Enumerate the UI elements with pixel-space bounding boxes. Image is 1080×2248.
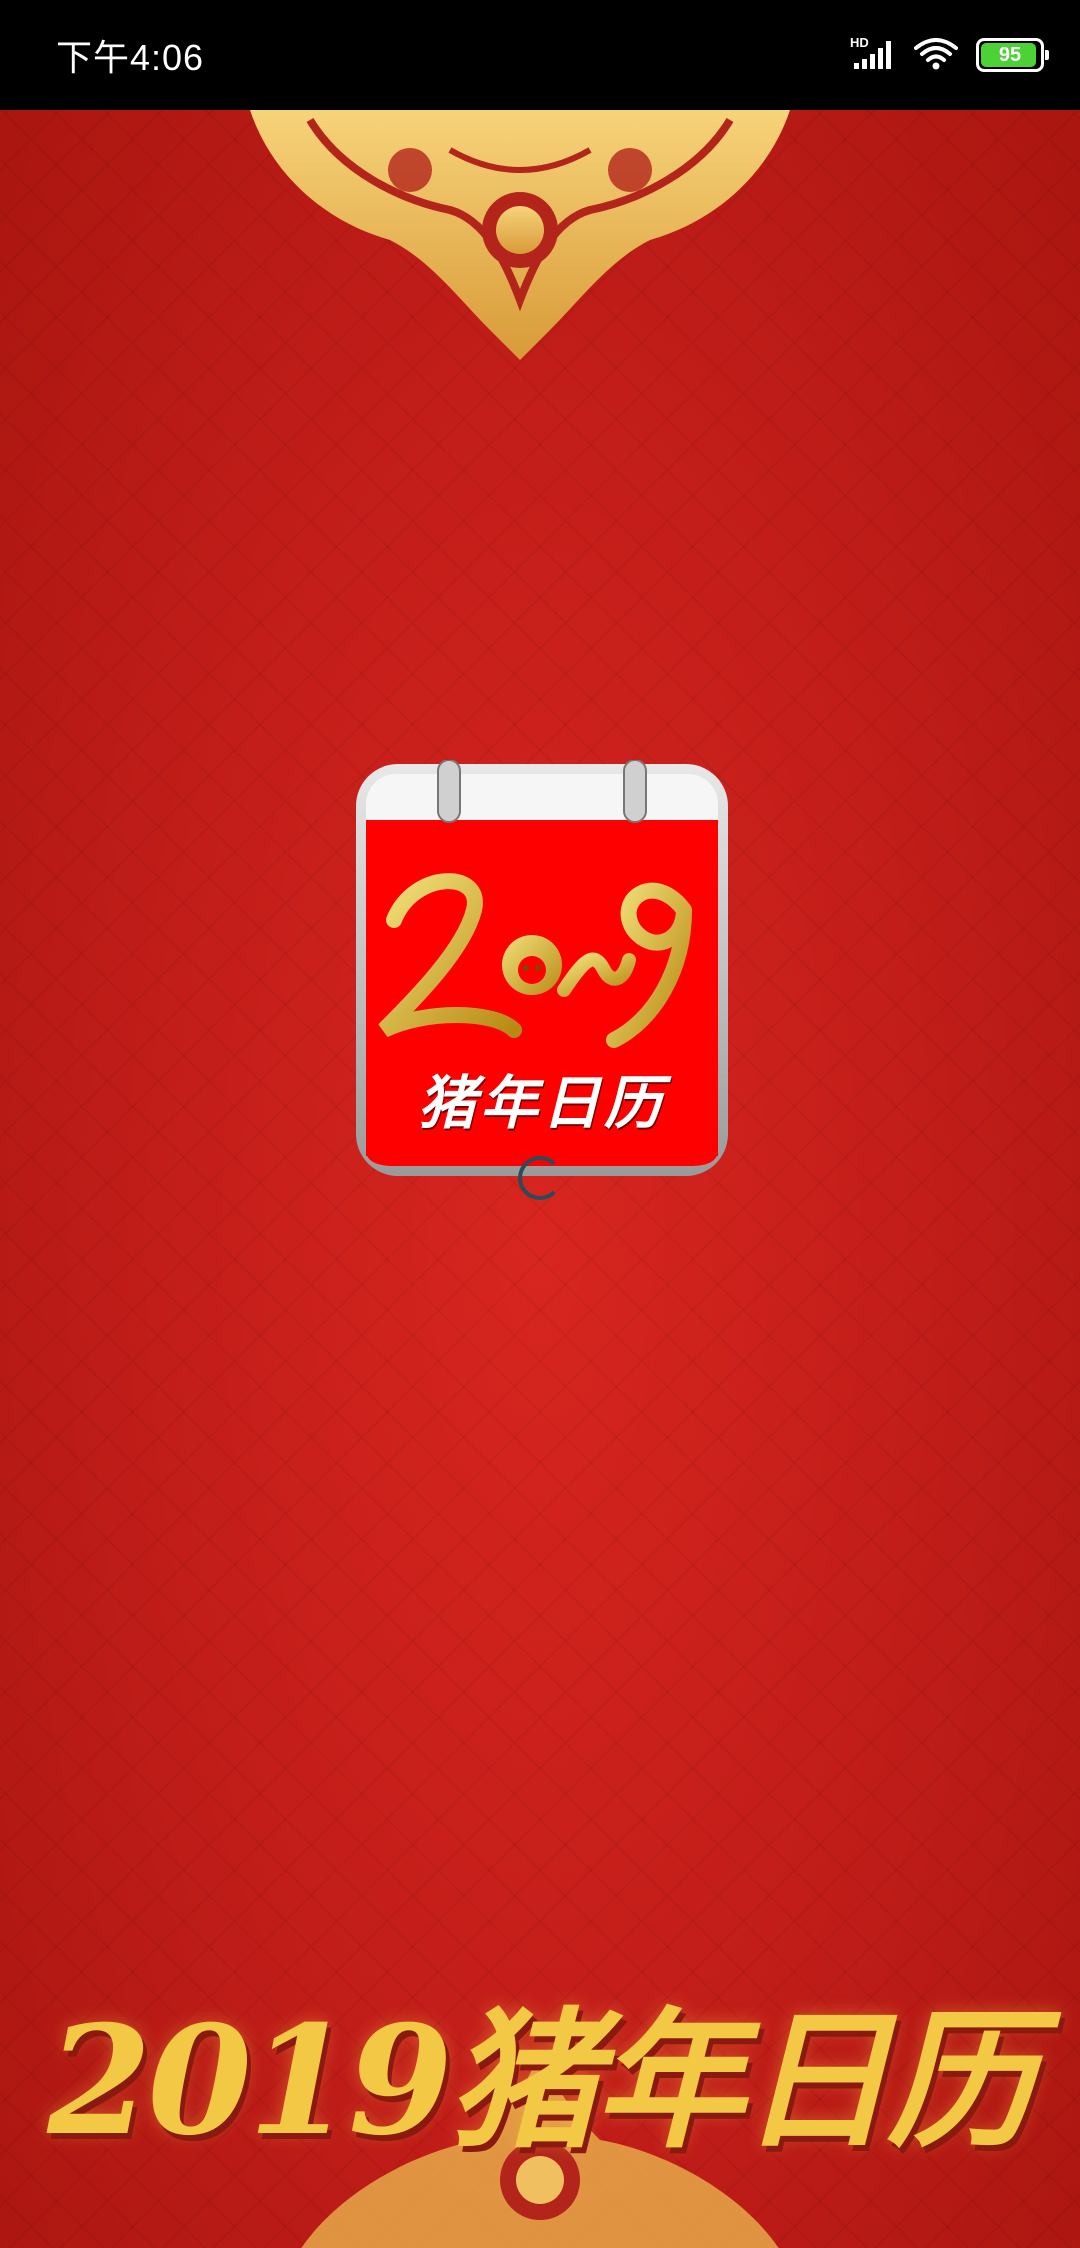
top-ornament-icon	[250, 110, 790, 360]
splash-screen: 下午4:06 HD 95 猪年日历 2019猪年日历	[0, 0, 1080, 2248]
spinner-icon	[518, 1156, 562, 1200]
battery-icon: 95	[976, 38, 1049, 72]
wifi-icon	[914, 36, 958, 75]
app-logo-caption: 猪年日历	[417, 1069, 666, 1137]
network-type-label: HD	[850, 35, 869, 50]
status-icons: HD 95	[850, 35, 1049, 76]
splash-title: 2019猪年日历	[47, 1993, 1036, 2169]
app-logo: 猪年日历	[354, 759, 730, 1180]
status-bar: 下午4:06 HD 95	[0, 0, 1080, 110]
signal-icon: HD	[850, 35, 896, 76]
battery-level: 95	[998, 43, 1022, 66]
status-time: 下午4:06	[56, 37, 205, 78]
